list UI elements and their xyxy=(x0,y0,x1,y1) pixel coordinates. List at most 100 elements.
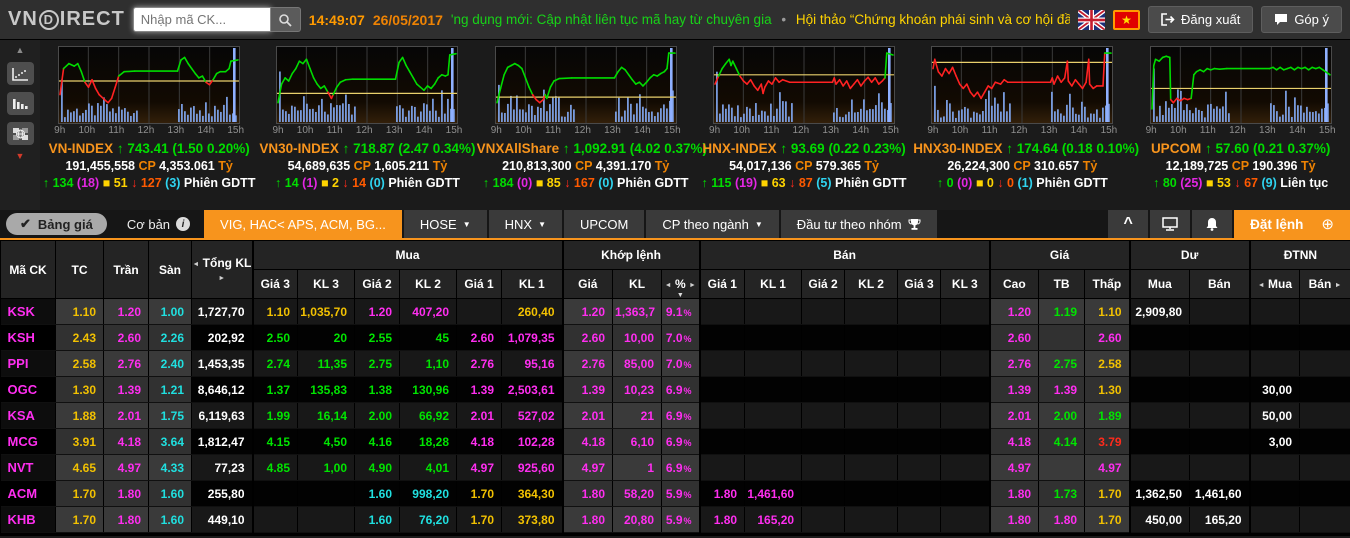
col-header-Tổng KL[interactable]: ◄ Tổng KL ► xyxy=(191,240,253,299)
ticker-symbol[interactable]: KSK xyxy=(0,298,56,325)
col-header-Mua-KL 3[interactable]: KL 3 xyxy=(297,269,355,299)
col-header-Bán-KL 1[interactable]: KL 1 xyxy=(744,269,803,299)
collapse-charts-button[interactable]: ^ xyxy=(1108,210,1149,238)
tab-fundamental[interactable]: Cơ bản i xyxy=(113,210,204,238)
unchanged-count: 85 xyxy=(546,176,561,190)
search-button[interactable] xyxy=(270,7,301,32)
index-chart-HNX-INDEX[interactable]: 9h 10h 11h 12h 13h 14h 15h HNX-INDEX ↑ 93.69 (0… xyxy=(695,40,913,210)
notifications-button[interactable] xyxy=(1192,210,1233,238)
col-header-Mua-KL 2[interactable]: KL 2 xyxy=(399,269,457,299)
cell: 2.60 xyxy=(1084,324,1131,351)
index-chart-UPCOM[interactable]: 9h 10h 11h 12h 13h 14h 15h UPCOM ↑ 57.60 (0.21 … xyxy=(1131,40,1349,210)
table-row-NVT[interactable]: NVT 4.65 4.97 4.33 77,23 4.85 1,00 4.90 4,01 4.97… xyxy=(0,454,1350,481)
group-header-ĐTNN: ĐTNN xyxy=(1248,240,1350,270)
index-chart-VNXAllShare[interactable]: 9h 10h 11h 12h 13h 14h 15h VNXAllShare ↑ 1,092.… xyxy=(477,40,707,210)
col-header-Mua-Giá 3[interactable]: Giá 3 xyxy=(251,269,298,299)
col-header-Trần[interactable]: Trần xyxy=(103,240,149,299)
index-change: (0.22 0.23%) xyxy=(828,141,906,156)
ticker-symbol[interactable]: MCG xyxy=(0,428,56,455)
cell xyxy=(844,402,899,429)
session-label: Phiên GDTT xyxy=(183,176,256,190)
screen-mode-button[interactable] xyxy=(1150,210,1191,238)
cell: 1 xyxy=(612,454,663,481)
sidebar-scroll-up-icon[interactable]: ▲ xyxy=(16,46,25,55)
col-header-Mã CK[interactable]: Mã CK xyxy=(0,240,56,299)
table-row-ACM[interactable]: ACM 1.70 1.80 1.60 255,80 1.60 998,20 1.70 364,3… xyxy=(0,480,1350,507)
col-header-Giá-TB[interactable]: TB xyxy=(1038,269,1086,299)
col-header-Bán-KL 2[interactable]: KL 2 xyxy=(844,269,899,299)
cell: 45 xyxy=(399,324,457,351)
col-header-Mua-KL 1[interactable]: KL 1 xyxy=(500,269,564,299)
feedback-button[interactable]: Góp ý xyxy=(1261,6,1342,33)
col-header-Mua-Giá 1[interactable]: Giá 1 xyxy=(456,269,502,299)
table-row-KHB[interactable]: KHB 1.70 1.80 1.60 449,10 1.60 76,20 1.70 373,80… xyxy=(0,506,1350,533)
cell: 2.75 xyxy=(1038,350,1086,377)
index-summary: HNX-INDEX ↑ 93.69 (0.22 0.23%) xyxy=(695,141,913,156)
col-header-Sàn[interactable]: Sàn xyxy=(148,240,192,299)
cell: 7.0% xyxy=(661,350,701,377)
table-row-MCG[interactable]: MCG 3.91 4.18 3.64 1,812,47 4.15 4,50 4.16 18,28… xyxy=(0,428,1350,455)
tab-upcom[interactable]: UPCOM xyxy=(563,210,645,238)
cell xyxy=(1189,350,1251,377)
sidebar-scroll-down-icon[interactable]: ▼ xyxy=(16,152,25,161)
cell: 2,503,61 xyxy=(501,376,564,403)
col-header-Giá-Cao[interactable]: Cao xyxy=(988,269,1040,299)
col-header-Bán-KL 3[interactable]: KL 3 xyxy=(940,269,991,299)
time-axis: 9h 10h 11h 12h 13h 14h 15h xyxy=(54,125,245,136)
col-header-Khớp lệnh-KL[interactable]: KL xyxy=(612,269,663,299)
ticker-symbol[interactable]: KHB xyxy=(0,506,56,533)
col-header-Khớp lệnh-%[interactable]: ◄ % ► ▼ xyxy=(661,269,701,299)
ticker-symbol[interactable]: NVT xyxy=(0,454,56,481)
ticker-symbol[interactable]: OGC xyxy=(0,376,56,403)
col-header-Bán-Giá 1[interactable]: Giá 1 xyxy=(698,269,746,299)
tab-group-invest[interactable]: Đầu tư theo nhóm xyxy=(780,210,937,238)
language-english-flag-icon[interactable] xyxy=(1078,9,1106,30)
cell: 1,00 xyxy=(297,454,355,481)
tab-hose[interactable]: HOSE ▼ xyxy=(403,210,487,238)
index-chart-HNX30-INDEX[interactable]: 9h 10h 11h 12h 13h 14h 15h HNX30-INDEX ↑ 174.64… xyxy=(913,40,1139,210)
line-chart-icon[interactable] xyxy=(6,62,34,85)
time-axis: 9h 10h 11h 12h 13h 14h 15h xyxy=(272,125,463,136)
col-header-Mua-Giá 2[interactable]: Giá 2 xyxy=(354,269,400,299)
col-header-Giá-Thấp[interactable]: Thấp xyxy=(1084,269,1131,299)
ticker-symbol[interactable]: ACM xyxy=(0,480,56,507)
col-header-Khớp lệnh-Giá[interactable]: Giá xyxy=(561,269,614,299)
col-header-ĐTNN-Bán[interactable]: Bán ► xyxy=(1299,269,1350,299)
col-header-Dư-Mua[interactable]: Mua xyxy=(1128,269,1191,299)
news-ticker[interactable]: 'ng dụng mới: Cập nhật liên tục mã hay t… xyxy=(451,12,1070,27)
bar-chart-icon[interactable] xyxy=(6,92,34,115)
ticker-symbol[interactable]: KSA xyxy=(0,402,56,429)
index-name: VN-INDEX xyxy=(48,141,114,156)
col-header-Bán-Giá 2[interactable]: Giá 2 xyxy=(801,269,846,299)
search-input[interactable] xyxy=(132,7,271,32)
tab-sector[interactable]: CP theo ngành ▼ xyxy=(646,210,779,238)
col-header-Dư-Bán[interactable]: Bán xyxy=(1189,269,1251,299)
place-order-button[interactable]: Đặt lệnh ⊕ xyxy=(1234,210,1350,238)
cell xyxy=(844,428,899,455)
plus-circle-icon: ⊕ xyxy=(1321,216,1334,233)
vndirect-logo[interactable]: VN D IRECT xyxy=(8,8,125,31)
tab-watchlist[interactable]: VIG, HAC< APS, ACM, BG... xyxy=(204,210,402,238)
logout-button[interactable]: Đăng xuất xyxy=(1148,6,1254,33)
index-chart-VN-INDEX[interactable]: 9h 10h 11h 12h 13h 14h 15h VN-INDEX ↑ 743.41 (1… xyxy=(40,40,258,210)
table-row-KSK[interactable]: KSK 1.10 1.20 1.00 1,727,70 1.10 1,035,70 1.20 4… xyxy=(0,298,1350,325)
table-row-KSA[interactable]: KSA 1.88 2.01 1.75 6,119,63 1.99 16,14 2.00 66,9… xyxy=(0,402,1350,429)
tab-price-board[interactable]: ✔ Bảng giá xyxy=(6,213,107,235)
col-header-Bán-Giá 3[interactable]: Giá 3 xyxy=(897,269,942,299)
col-header-TC[interactable]: TC xyxy=(55,240,104,299)
col-header-ĐTNN-Mua[interactable]: ◄ Mua xyxy=(1248,269,1301,299)
cell: 4.33 xyxy=(148,454,192,481)
market-globe-icon[interactable] xyxy=(6,122,34,145)
table-row-KSH[interactable]: KSH 2.43 2.60 2.26 202,92 2.50 20 2.55 45 2.60 1,0… xyxy=(0,324,1350,351)
ticker-symbol[interactable]: PPI xyxy=(0,350,56,377)
table-row-PPI[interactable]: PPI 2.58 2.76 2.40 1,453,35 2.74 11,35 2.75 1,10… xyxy=(0,350,1350,377)
ticker-symbol[interactable]: KSH xyxy=(0,324,56,351)
table-row-OGC[interactable]: OGC 1.30 1.39 1.21 8,646,12 1.37 135,83 1.38 130… xyxy=(0,376,1350,403)
decliners-count: 87 xyxy=(798,176,813,190)
language-vietnamese-flag-icon[interactable]: ★ xyxy=(1113,9,1141,30)
breadth-stats: ↑ 134 (18) ■ 51 ↓ 127 (3) Phiên GDTT xyxy=(42,176,256,190)
tab-hnx[interactable]: HNX ▼ xyxy=(488,210,562,238)
index-chart-VN30-INDEX[interactable]: 9h 10h 11h 12h 13h 14h 15h VN30-INDEX ↑ 718.87 … xyxy=(258,40,476,210)
index-volume: 210,813,300 CP 4,391.170 Tỷ xyxy=(502,159,670,173)
cell: 21 xyxy=(612,402,663,429)
